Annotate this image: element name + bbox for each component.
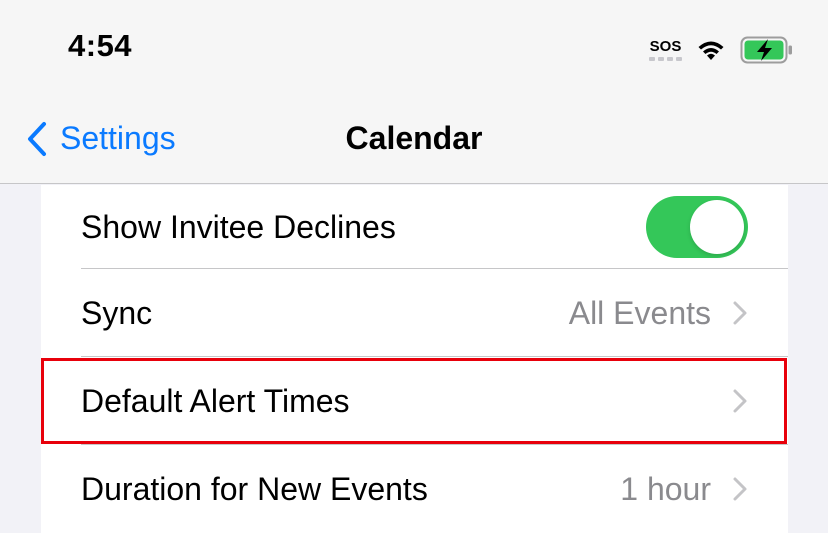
row-label: Show Invitee Declines bbox=[81, 208, 396, 245]
row-default-alert-times[interactable]: Default Alert Times bbox=[41, 357, 788, 445]
status-time: 4:54 bbox=[68, 28, 133, 63]
cellular-sos-icon: SOS bbox=[649, 39, 682, 61]
chevron-right-icon bbox=[733, 301, 747, 325]
battery-charging-icon bbox=[740, 36, 792, 64]
row-value: 1 hour bbox=[620, 470, 711, 507]
row-duration-for-new-events[interactable]: Duration for New Events 1 hour bbox=[41, 445, 788, 533]
chevron-right-icon bbox=[733, 389, 747, 413]
row-label: Duration for New Events bbox=[81, 470, 428, 507]
row-sync[interactable]: Sync All Events bbox=[41, 269, 788, 357]
top-bar: 4:54 SOS Settings Calendar bbox=[0, 0, 828, 184]
settings-list: Show Invitee Declines Sync All Events De… bbox=[41, 185, 788, 533]
show-invitee-declines-toggle[interactable] bbox=[646, 196, 748, 258]
sos-label: SOS bbox=[649, 38, 682, 55]
row-label: Sync bbox=[81, 294, 153, 331]
row-label: Default Alert Times bbox=[81, 382, 350, 419]
status-icons: SOS bbox=[649, 36, 794, 64]
row-value: All Events bbox=[568, 294, 711, 331]
page-title: Calendar bbox=[345, 120, 483, 156]
toggle-knob bbox=[690, 200, 744, 254]
row-show-invitee-declines: Show Invitee Declines bbox=[41, 185, 788, 269]
chevron-right-icon bbox=[733, 477, 747, 501]
wifi-icon bbox=[698, 41, 724, 60]
